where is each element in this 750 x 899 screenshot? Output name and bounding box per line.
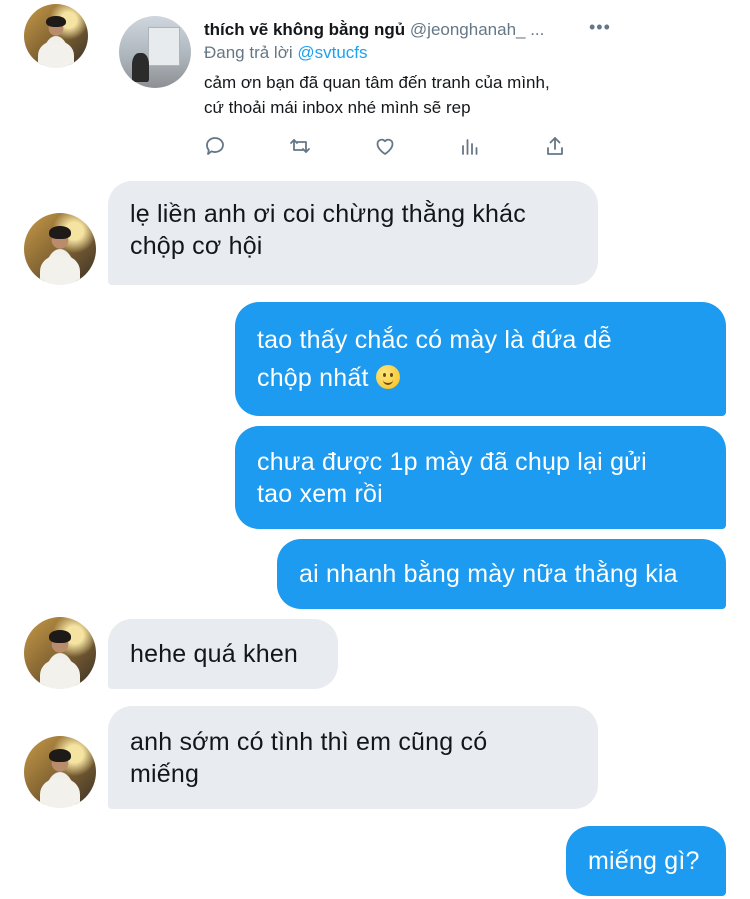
reply-icon[interactable] xyxy=(203,134,227,158)
tweet-text: cảm ơn bạn đã quan tâm đến tranh của mìn… xyxy=(204,70,624,120)
tweet-handle: @jeonghanah_ ... xyxy=(409,20,545,39)
retweet-icon[interactable] xyxy=(288,134,312,158)
sender-avatar[interactable] xyxy=(24,4,88,68)
message-bubble-outgoing[interactable]: miếng gì? xyxy=(566,826,726,896)
slightly-smiling-face-icon xyxy=(375,365,400,389)
share-icon[interactable] xyxy=(543,134,567,158)
message-text-span: chộp nhất xyxy=(257,364,369,392)
message-text-line: chộp cơ hội xyxy=(130,232,263,260)
message-bubble-outgoing[interactable]: chưa được 1p mày đã chụp lại gửi tao xem… xyxy=(235,426,726,529)
message-bubble-outgoing[interactable]: tao thấy chắc có mày là đứa dễ chộp nhất xyxy=(235,302,726,416)
message-text-line: chưa được 1p mày đã chụp lại gửi xyxy=(257,448,647,476)
message-text-line: hehe quá khen xyxy=(130,640,299,668)
tweet-author[interactable]: thích vẽ không bằng ngủ @jeonghanah_ ... xyxy=(204,20,544,40)
message-bubble-outgoing[interactable]: ai nhanh bằng mày nữa thằng kia xyxy=(277,539,726,609)
message-bubble-incoming[interactable]: anh sớm có tình thì em cũng có miếng xyxy=(108,706,598,809)
tweet-author-avatar[interactable] xyxy=(119,16,191,88)
message-text-line: lẹ liền anh ơi coi chừng thằng khác xyxy=(130,200,526,228)
contact-avatar[interactable] xyxy=(24,617,96,689)
tweet-display-name: thích vẽ không bằng ngủ xyxy=(204,20,406,39)
tweet-text-line: cảm ơn bạn đã quan tâm đến tranh của mìn… xyxy=(204,73,550,92)
reply-mention-link[interactable]: @svtucfs xyxy=(297,43,367,62)
message-text-line: miếng gì? xyxy=(588,847,700,875)
message-text-line: anh sớm có tình thì em cũng có xyxy=(130,728,488,756)
reply-context: Đang trả lời @svtucfs xyxy=(204,43,368,63)
more-options-icon[interactable]: ••• xyxy=(589,17,611,38)
message-text-line: tao thấy chắc có mày là đứa dễ xyxy=(257,326,612,354)
message-text-line: miếng xyxy=(130,760,200,788)
tweet-text-line: cứ thoải mái inbox nhé mình sẽ rep xyxy=(204,98,471,117)
like-icon[interactable] xyxy=(373,134,397,158)
message-text-line: tao xem rồi xyxy=(257,480,383,508)
reply-prefix: Đang trả lời xyxy=(204,43,293,62)
message-text-line: ai nhanh bằng mày nữa thằng kia xyxy=(299,560,678,588)
message-bubble-incoming[interactable]: hehe quá khen xyxy=(108,619,338,689)
contact-avatar[interactable] xyxy=(24,213,96,285)
message-bubble-incoming[interactable]: lẹ liền anh ơi coi chừng thằng khác chộp… xyxy=(108,181,598,285)
contact-avatar[interactable] xyxy=(24,736,96,808)
message-text-line: chộp nhất xyxy=(257,362,704,394)
analytics-icon[interactable] xyxy=(458,134,482,158)
